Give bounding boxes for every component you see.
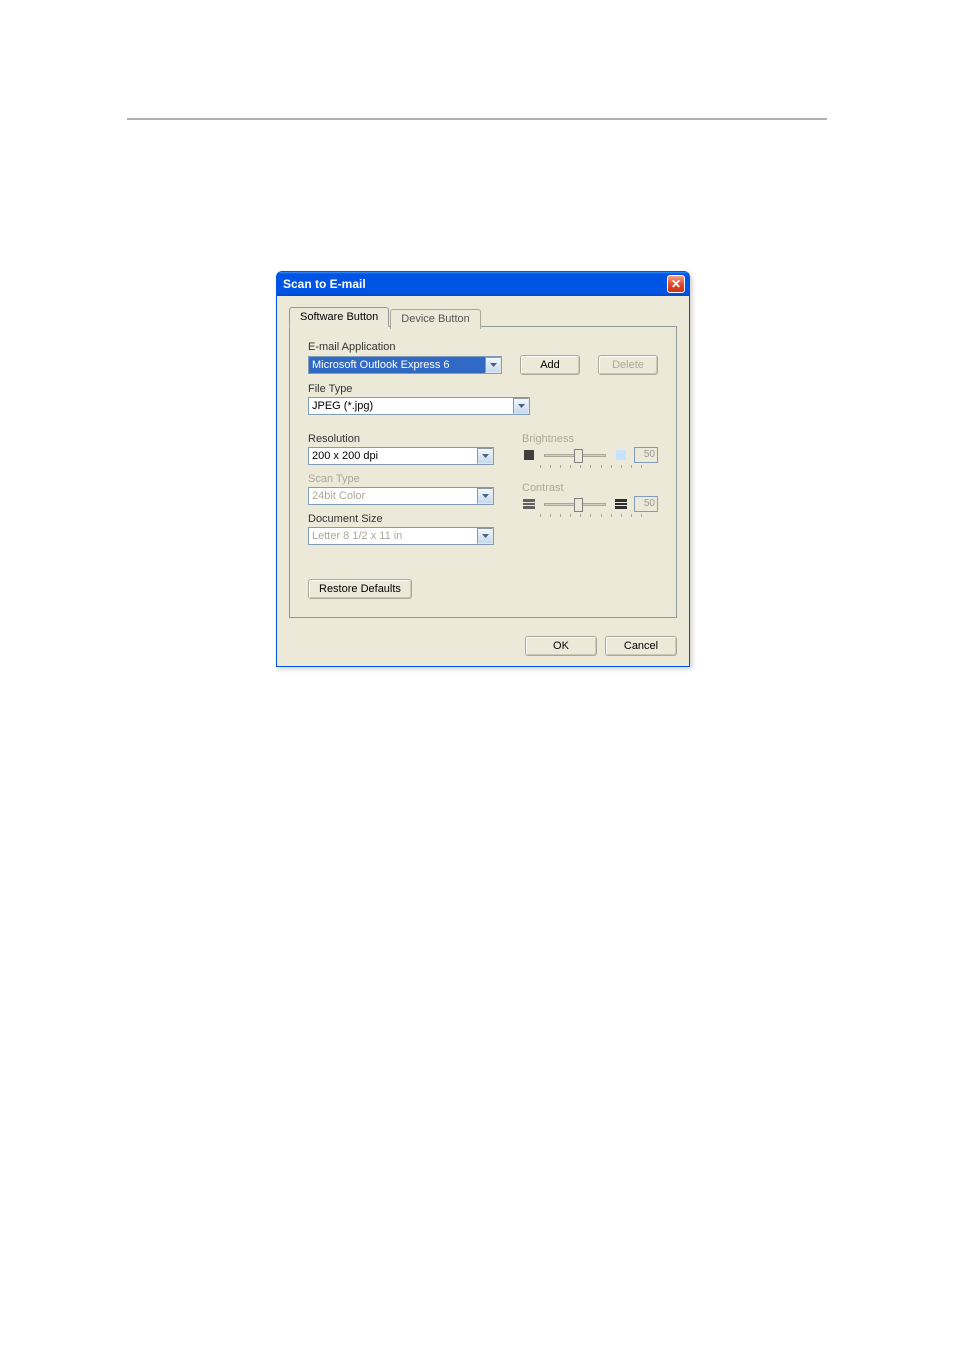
brightness-slider[interactable] [544,454,606,457]
close-icon: ✕ [671,278,681,290]
resolution-select[interactable]: 200 x 200 dpi [308,447,494,465]
document-size-select[interactable]: Letter 8 1/2 x 11 in [308,527,494,545]
tab-strip: Software Button Device Button [289,307,677,327]
tab-software-button[interactable]: Software Button [289,307,389,327]
email-application-select[interactable]: Microsoft Outlook Express 6 [308,356,502,374]
titlebar[interactable]: Scan to E-mail ✕ [277,272,689,296]
ok-button[interactable]: OK [525,636,597,656]
restore-defaults-button[interactable]: Restore Defaults [308,579,412,599]
slider-thumb[interactable] [574,449,583,463]
contrast-low-icon [522,497,536,511]
document-size-value: Letter 8 1/2 x 11 in [309,528,477,544]
label-document-size: Document Size [308,513,494,525]
scan-type-value: 24bit Color [309,488,477,504]
scan-type-select[interactable]: 24bit Color [308,487,494,505]
dialog-footer: OK Cancel [277,628,689,666]
close-button[interactable]: ✕ [667,275,685,293]
label-email-application: E-mail Application [308,341,658,353]
file-type-select[interactable]: JPEG (*.jpg) [308,397,530,415]
label-scan-type: Scan Type [308,473,494,485]
brightness-light-icon [614,448,628,462]
brightness-dark-icon [522,448,536,462]
add-button[interactable]: Add [520,355,580,375]
window-title: Scan to E-mail [283,277,366,291]
dropdown-icon [477,528,493,544]
slider-thumb[interactable] [574,498,583,512]
dropdown-icon [513,398,529,414]
page-divider [127,118,827,120]
slider-ticks [522,512,658,517]
contrast-value: 50 [634,496,658,512]
label-brightness: Brightness [522,433,658,445]
brightness-value: 50 [634,447,658,463]
email-application-value: Microsoft Outlook Express 6 [309,357,485,373]
label-resolution: Resolution [308,433,494,445]
tab-device-button[interactable]: Device Button [390,309,480,329]
slider-ticks [522,463,658,468]
delete-button: Delete [598,355,658,375]
label-contrast: Contrast [522,482,658,494]
cancel-button[interactable]: Cancel [605,636,677,656]
contrast-high-icon [614,497,628,511]
label-file-type: File Type [308,383,658,395]
dropdown-icon [485,357,501,373]
contrast-slider[interactable] [544,503,606,506]
dropdown-icon [477,448,493,464]
resolution-value: 200 x 200 dpi [309,448,477,464]
dropdown-icon [477,488,493,504]
file-type-value: JPEG (*.jpg) [309,398,513,414]
tab-panel: E-mail Application Microsoft Outlook Exp… [289,326,677,618]
scan-to-email-dialog: Scan to E-mail ✕ Software Button Device … [276,271,690,667]
